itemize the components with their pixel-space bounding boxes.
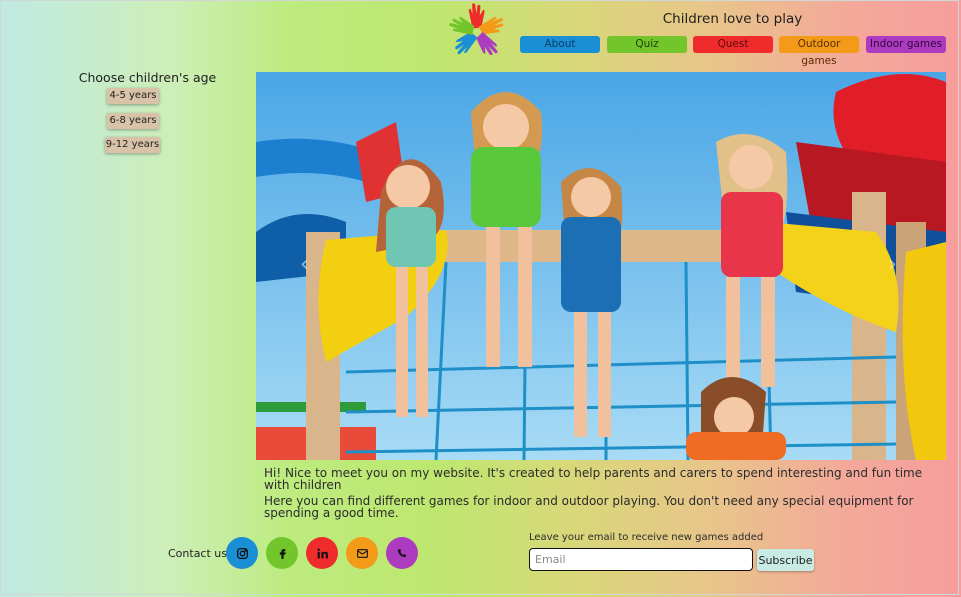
subscribe-button[interactable]: Subscribe xyxy=(757,549,814,571)
phone-icon xyxy=(397,548,406,557)
facebook-icon xyxy=(279,548,286,559)
newsletter-label: Leave your email to receive new games ad… xyxy=(529,532,764,543)
instagram-icon xyxy=(236,547,248,559)
site-logo[interactable] xyxy=(443,0,511,66)
email-contact-button[interactable] xyxy=(346,537,378,569)
age-button-4-5[interactable]: 4-5 years xyxy=(107,88,159,104)
facebook-button[interactable] xyxy=(266,537,298,569)
contact-label: Contact us xyxy=(168,547,227,560)
intro-paragraph-2: Here you can find different games for in… xyxy=(264,494,914,520)
nav-about[interactable]: About xyxy=(520,36,600,53)
site-title: Children love to play xyxy=(662,11,803,27)
email-input[interactable] xyxy=(529,548,753,571)
nav-quiz[interactable]: Quiz xyxy=(607,36,687,53)
carousel-prev-arrow[interactable]: ‹ xyxy=(300,252,309,277)
linkedin-icon xyxy=(317,548,328,558)
intro-paragraph-1: Hi! Nice to meet you on my website. It's… xyxy=(264,466,923,492)
phone-button[interactable] xyxy=(386,537,418,569)
carousel-next-arrow[interactable]: › xyxy=(888,252,897,277)
linkedin-button[interactable] xyxy=(306,537,338,569)
nav-outdoor-games[interactable]: Outdoor games xyxy=(779,36,859,67)
age-selector-title: Choose children's age xyxy=(78,70,217,85)
age-button-6-8[interactable]: 6-8 years xyxy=(107,113,159,129)
instagram-button[interactable] xyxy=(226,537,258,569)
mail-icon xyxy=(356,548,368,558)
nav-quest[interactable]: Quest xyxy=(693,36,773,53)
age-button-9-12[interactable]: 9-12 years xyxy=(105,137,160,153)
nav-indoor-games[interactable]: Indoor games xyxy=(866,36,946,53)
hero-carousel-image xyxy=(256,72,946,460)
